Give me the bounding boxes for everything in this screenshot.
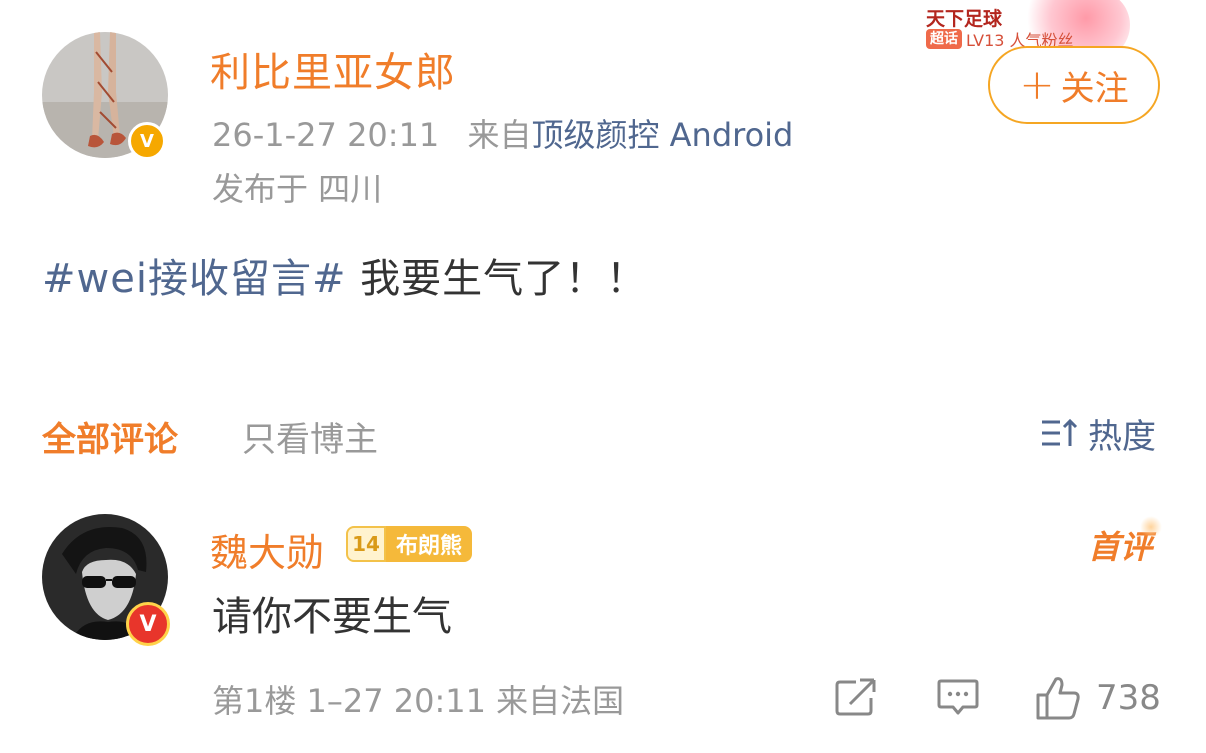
thumbs-up-icon [1034, 675, 1082, 721]
post-meta: 26-1-27 20:11 来自顶级颜控 Android [212, 110, 793, 156]
like-button[interactable]: 738 [1034, 674, 1161, 722]
fan-badge[interactable]: 14 布朗熊 [346, 526, 473, 562]
post-source-name[interactable]: 顶级颜控 Android [531, 116, 793, 154]
sparkle-icon [1140, 516, 1163, 538]
weibo-post-detail: V 利比里亚女郎 26-1-27 20:11 来自顶级颜控 Android 发布… [0, 0, 1206, 753]
sort-icon [1040, 417, 1078, 449]
verified-badge: V [128, 122, 166, 160]
post-content: #wei接收留言# 我要生气了！！ [42, 246, 647, 304]
post-location: 发布于 四川 [212, 170, 383, 208]
supertopic-tag: 超话 [926, 29, 962, 49]
like-count: 738 [1096, 678, 1161, 718]
verified-badge-text: V [140, 130, 154, 152]
commenter-name[interactable]: 魏大勋 [210, 522, 324, 577]
follow-button[interactable]: + 关注 [988, 46, 1160, 124]
post-author-name[interactable]: 利比里亚女郎 [210, 40, 456, 98]
comment-icon [936, 677, 980, 719]
share-button[interactable] [834, 674, 878, 722]
verified-badge-red: V [126, 602, 170, 646]
verified-badge-text: V [139, 611, 157, 637]
post-source-prefix: 来自 [467, 116, 532, 154]
first-comment-label: 首评 [1088, 516, 1163, 568]
post-timestamp: 26-1-27 20:11 [212, 116, 440, 154]
sort-label: 热度 [1088, 416, 1156, 457]
comment-text: 请你不要生气 [212, 594, 452, 640]
fan-badge-name: 布朗熊 [386, 526, 473, 562]
post-topic-link[interactable]: #wei接收留言# [42, 256, 346, 302]
reply-button[interactable] [936, 674, 980, 722]
post-text: 我要生气了！！ [346, 256, 648, 302]
comment-meta: 第1楼 1–27 20:11 来自法国 [212, 682, 625, 720]
plus-icon: + [1019, 60, 1055, 109]
share-icon [834, 678, 878, 718]
fan-level: 14 [346, 526, 386, 562]
tab-all-comments[interactable]: 全部评论 [42, 412, 178, 461]
tab-author-only[interactable]: 只看博主 [242, 412, 378, 461]
follow-button-label: 关注 [1060, 68, 1129, 109]
sort-button[interactable]: 热度 [1040, 410, 1156, 457]
